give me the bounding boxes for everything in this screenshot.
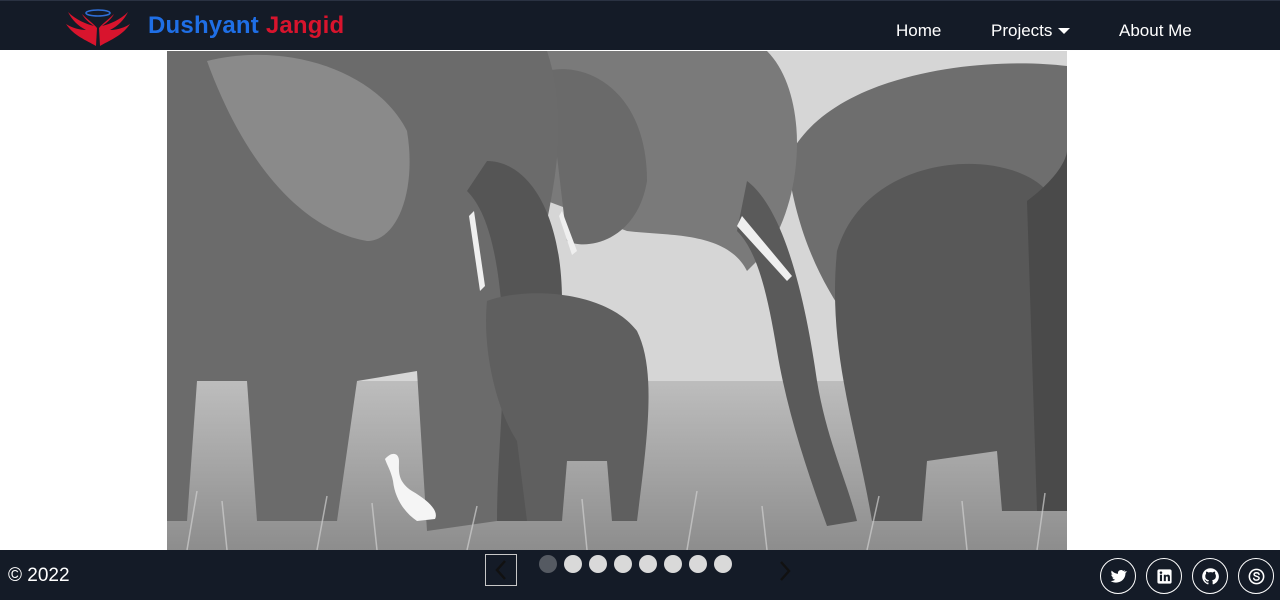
- winged-emblem-icon[interactable]: [64, 6, 132, 48]
- chevron-left-icon: [495, 560, 506, 580]
- brand-name[interactable]: Dushyant Jangid: [148, 12, 344, 40]
- brand-last-name: Jangid: [265, 12, 345, 39]
- carousel-dot-8[interactable]: [714, 555, 732, 573]
- twitter-button[interactable]: [1100, 558, 1136, 594]
- carousel-dot-6[interactable]: [664, 555, 682, 573]
- nav-home-link[interactable]: Home: [896, 21, 941, 41]
- carousel-dot-3[interactable]: [589, 555, 607, 573]
- nav-about-link[interactable]: About Me: [1119, 21, 1192, 41]
- linkedin-icon: [1156, 568, 1172, 584]
- footer: © 2022: [0, 550, 1280, 600]
- chevron-right-icon: [780, 561, 791, 581]
- carousel-dot-4[interactable]: [614, 555, 632, 573]
- skype-icon: [1248, 568, 1264, 584]
- carousel-dot-2[interactable]: [564, 555, 582, 573]
- skype-button[interactable]: [1238, 558, 1274, 594]
- carousel-next-button[interactable]: [770, 555, 800, 587]
- copyright-text: © 2022: [8, 565, 70, 586]
- brand-first-name: Dushyant: [148, 12, 259, 39]
- carousel-slide-image: [167, 51, 1067, 550]
- carousel-dot-5[interactable]: [639, 555, 657, 573]
- carousel-prev-button[interactable]: [485, 554, 517, 586]
- carousel-dot-1[interactable]: [539, 555, 557, 573]
- carousel-dot-7[interactable]: [689, 555, 707, 573]
- navbar: Dushyant Jangid Home Projects About Me: [0, 0, 1280, 50]
- linkedin-button[interactable]: [1146, 558, 1182, 594]
- social-links: [1100, 558, 1274, 594]
- nav-projects-dropdown[interactable]: Projects: [991, 21, 1071, 41]
- nav-projects-label: Projects: [991, 21, 1053, 40]
- caret-down-icon: [1058, 28, 1071, 34]
- github-icon: [1201, 567, 1219, 584]
- carousel-indicators: [539, 555, 732, 573]
- twitter-icon: [1110, 569, 1127, 583]
- github-button[interactable]: [1192, 558, 1228, 594]
